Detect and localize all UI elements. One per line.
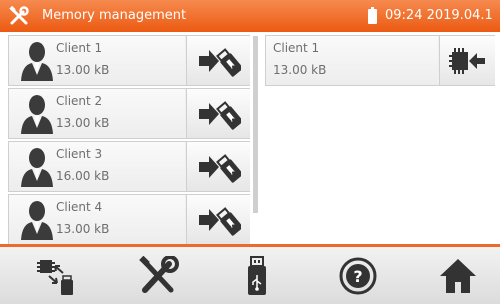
client-name: Client 1 (56, 41, 103, 55)
client-size: 16.00 kB (56, 169, 110, 183)
client-size: 13.00 kB (56, 222, 110, 236)
client-size: 13.00 kB (56, 116, 110, 130)
client-size: 13.00 kB (273, 63, 327, 77)
export-button[interactable] (186, 36, 250, 85)
tools-icon (9, 6, 29, 25)
import-to-memory-icon (448, 47, 485, 74)
battery-icon (368, 7, 377, 24)
client-info[interactable]: Client 1 13.00 kB (9, 36, 185, 85)
memory-client-row[interactable]: Client 1 13.00 kB (265, 35, 495, 86)
memory-usb-transfer-icon (37, 259, 73, 295)
home-icon (440, 258, 476, 293)
svg-text:?: ? (353, 267, 362, 286)
user-icon (21, 148, 53, 187)
client-size: 13.00 kB (56, 63, 110, 77)
export-to-usb-icon (198, 153, 241, 183)
title-bar: Memory management 09:24 2019.04.1 (0, 0, 500, 32)
client-name: Client 1 (273, 41, 320, 55)
client-info[interactable]: Client 4 13.00 kB (9, 195, 185, 244)
user-icon (21, 201, 53, 240)
import-button[interactable] (439, 36, 495, 85)
client-name: Client 2 (56, 94, 103, 108)
client-info[interactable]: Client 1 13.00 kB (266, 36, 438, 85)
export-button[interactable] (186, 195, 250, 244)
home-button[interactable] (423, 247, 493, 304)
settings-tools-icon (139, 255, 179, 293)
usb-stick-icon (248, 255, 266, 295)
user-icon (21, 42, 53, 81)
export-to-usb-icon (198, 206, 241, 236)
export-to-usb-icon (198, 100, 241, 130)
memory-usb-transfer-button[interactable] (22, 247, 92, 304)
window-title: Memory management (42, 8, 187, 23)
help-button[interactable]: ? (323, 247, 393, 304)
bottom-toolbar: ? (0, 247, 500, 304)
client-row[interactable]: Client 1 13.00 kB (8, 35, 250, 86)
user-icon (21, 95, 53, 134)
usb-button[interactable] (222, 247, 292, 304)
clock-readout: 09:24 2019.04.1 (385, 8, 493, 23)
client-name: Client 4 (56, 200, 103, 214)
client-row[interactable]: Client 2 13.00 kB (8, 88, 250, 139)
client-row[interactable]: Client 3 16.00 kB (8, 141, 250, 192)
client-info[interactable]: Client 2 13.00 kB (9, 89, 185, 138)
export-to-usb-icon (198, 47, 241, 77)
settings-button[interactable] (124, 247, 194, 304)
export-button[interactable] (186, 89, 250, 138)
export-button[interactable] (186, 142, 250, 191)
list-divider (253, 36, 258, 213)
client-name: Client 3 (56, 147, 103, 161)
help-icon: ? (339, 257, 377, 294)
client-row[interactable]: Client 4 13.00 kB (8, 194, 250, 245)
client-info[interactable]: Client 3 16.00 kB (9, 142, 185, 191)
